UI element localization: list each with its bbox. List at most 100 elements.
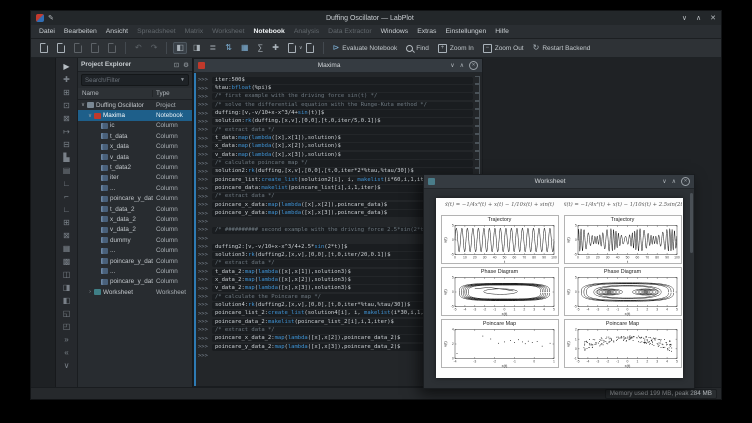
notebook-cell[interactable]: >>> x_data:map(lambda([x],x[2]),solution)…: [198, 142, 480, 152]
tree-item-t-data-2[interactable]: t_data_2 Column: [78, 204, 192, 214]
tree-item-iter[interactable]: iter Column: [78, 173, 192, 183]
tree-item-v-data[interactable]: v_data Column: [78, 152, 192, 162]
expander-icon[interactable]: ›: [87, 289, 93, 295]
notebook-cell[interactable]: >>> iter:500$: [198, 75, 480, 85]
tree-item--[interactable]: ... Column: [78, 266, 192, 276]
worksheet-scrollbar[interactable]: [690, 193, 693, 253]
notebook-cell[interactable]: >>> duffing:[v,-v/10+x-x^3/4+sin(t)]$: [198, 109, 480, 118]
tree-item-t-data2[interactable]: t_data2 Column: [78, 162, 192, 172]
cell-code[interactable]: /* solve the differential equation with …: [212, 101, 473, 109]
forward-icon[interactable]: »: [59, 333, 74, 345]
filter-icon[interactable]: ▼: [180, 77, 185, 83]
tree-item-v-data-2[interactable]: v_data_2 Column: [78, 225, 192, 235]
notebook-document-dropdown[interactable]: ∨: [285, 41, 317, 55]
menu-hilfe[interactable]: Hilfe: [491, 27, 513, 36]
tree-item-t-data[interactable]: t_data Column: [78, 131, 192, 141]
notebook-cell[interactable]: >>> t_data:map(lambda([x],x[1]),solution)…: [198, 134, 480, 143]
zoom-x-select-tool-icon[interactable]: ⊡: [59, 99, 74, 111]
notebook-cell[interactable]: >>> /* first example with the driving for…: [198, 92, 480, 102]
menu-einstellungen[interactable]: Einstellungen: [441, 27, 490, 36]
open-project-button[interactable]: [54, 41, 68, 55]
tree-item-dummy[interactable]: dummy Column: [78, 235, 192, 245]
notebook-cell[interactable]: >>> /* calculate poincare map */: [198, 159, 480, 168]
insert-image-entry-button[interactable]: ✚: [269, 42, 282, 54]
maxima-window-titlebar[interactable]: Maxima ∨ ∧ ✕: [194, 59, 482, 73]
zoom-out-button[interactable]: − Zoom Out: [480, 42, 527, 55]
split-horizontal-icon[interactable]: ◨: [59, 281, 74, 293]
menu-ansicht[interactable]: Ansicht: [102, 27, 132, 36]
shift-view-tool-icon[interactable]: ↦: [59, 125, 74, 137]
expander-icon[interactable]: ∨: [80, 102, 86, 108]
cell-code[interactable]: v_data:map(lambda([x],x[3]),solution)$: [212, 151, 473, 159]
collapse-icon[interactable]: ∨: [59, 359, 74, 371]
back-icon[interactable]: «: [59, 346, 74, 358]
subwindow-close-button[interactable]: ✕: [469, 61, 478, 70]
tree-item-poincare-y-data[interactable]: poincare_y_data Column: [78, 256, 192, 266]
notebook-cell[interactable]: >>> %tau:bfloat(%pi)$: [198, 84, 480, 93]
add-plot-icon[interactable]: ▙: [59, 151, 74, 163]
tree-item-poincare-y-data-2[interactable]: poincare_y_data_2Column: [78, 277, 192, 287]
restart-backend-button[interactable]: ↻ Restart Backend: [530, 42, 594, 54]
cell-code[interactable]: duffing:[v,-v/10+x-x^3/4+sin(t)]$: [212, 110, 473, 118]
axis-top-left-icon[interactable]: ⌐: [59, 190, 74, 202]
cell-code[interactable]: solution:rk(duffing,[x,v],[0,0],[t,0,ite…: [212, 118, 473, 126]
add-spreadsheet-icon[interactable]: ▤: [59, 164, 74, 176]
tree-item-worksheet[interactable]: › Worksheet Worksheet: [78, 287, 192, 297]
maximize-button[interactable]: ∧: [696, 14, 701, 22]
minimize-button[interactable]: ∨: [682, 14, 687, 22]
column-header-type[interactable]: Type: [153, 90, 192, 97]
insert-text-entry-button[interactable]: ≣: [207, 42, 220, 54]
insert-markdown-entry-button[interactable]: ▦: [238, 42, 252, 54]
cell-code[interactable]: %tau:bfloat(%pi)$: [212, 85, 473, 93]
panel-settings-icon[interactable]: ⚙: [183, 62, 189, 69]
tree-item-maxima[interactable]: ∨ Maxima Notebook: [78, 110, 192, 121]
cell-code[interactable]: /* calculate poincare map */: [212, 160, 473, 168]
cell-code[interactable]: /* extract data */: [212, 126, 473, 134]
select-region-tool-icon[interactable]: ⊟: [59, 138, 74, 150]
subwindow-minimize-button[interactable]: ∨: [450, 62, 454, 69]
toggle-project-explorer-button[interactable]: ◧: [173, 42, 187, 54]
menu-datei[interactable]: Datei: [35, 27, 59, 36]
worksheet-close-button[interactable]: ✕: [681, 177, 690, 186]
notebook-cell[interactable]: >>> solution:rk(duffing,[x,v],[0,0],[t,0,…: [198, 117, 480, 127]
tree-item-x-data[interactable]: x_data Column: [78, 142, 192, 152]
add-four-axes-icon[interactable]: ⊞: [59, 216, 74, 228]
zoom-in-button[interactable]: + Zoom In: [435, 42, 477, 55]
search-filter-input[interactable]: Search/Filter ▼: [81, 74, 189, 86]
cell-code[interactable]: x_data:map(lambda([x],x[2]),solution)$: [212, 143, 473, 151]
cell-code[interactable]: iter:500$: [212, 76, 473, 84]
cell-code[interactable]: t_data:map(lambda([x],x[1]),solution)$: [212, 135, 473, 143]
notebook-cell[interactable]: >>> v_data:map(lambda([x],x[3]),solution)…: [198, 151, 480, 160]
tree-item-poincare-y-data2[interactable]: poincare_y_data2Column: [78, 194, 192, 204]
insert-command-entry-button[interactable]: ⇅: [222, 42, 235, 54]
column-header-name[interactable]: Name: [78, 90, 153, 97]
add-grid-icon[interactable]: ▦: [59, 242, 74, 254]
tree-item-duffing-oscillator[interactable]: ∨ Duffing Oscillator Project: [78, 100, 192, 110]
layout-left-icon[interactable]: ◧: [59, 294, 74, 306]
subwindow-maximize-button[interactable]: ∧: [460, 62, 464, 69]
close-button[interactable]: ✕: [710, 14, 716, 22]
tree-item-x-data-2[interactable]: x_data_2 Column: [78, 214, 192, 224]
tree-item--[interactable]: ... Column: [78, 183, 192, 193]
toggle-properties-explorer-button[interactable]: ◨: [190, 42, 204, 54]
split-vertical-icon[interactable]: ◫: [59, 268, 74, 280]
menu-extras[interactable]: Extras: [413, 27, 440, 36]
insert-latex-entry-button[interactable]: ∑: [255, 42, 267, 54]
float-panel-icon[interactable]: ⊡: [174, 62, 179, 69]
menu-windows[interactable]: Windows: [377, 27, 413, 36]
layout-corner-icon[interactable]: ◱: [59, 307, 74, 319]
menu-bearbeiten[interactable]: Bearbeiten: [60, 27, 101, 36]
cell-code[interactable]: /* first example with the driving force …: [212, 93, 473, 101]
worksheet-maximize-button[interactable]: ∧: [672, 178, 676, 185]
axis-all-icon[interactable]: ∟: [59, 203, 74, 215]
project-explorer-header[interactable]: Project Explorer ⊡ ⚙: [78, 58, 192, 72]
find-button[interactable]: Find: [403, 43, 432, 54]
navigate-tool-icon[interactable]: ✚: [59, 73, 74, 85]
tree-item-ic[interactable]: ic Column: [78, 121, 192, 131]
tree-item--[interactable]: ... Column: [78, 245, 192, 255]
add-box-plot-icon[interactable]: ⊠: [59, 229, 74, 241]
notebook-cell[interactable]: >>> /* solve the differential equation wi…: [198, 100, 480, 110]
worksheet-minimize-button[interactable]: ∨: [662, 178, 666, 185]
add-dense-grid-icon[interactable]: ▩: [59, 255, 74, 267]
window-titlebar[interactable]: ✎ Duffing Oscillator — LabPlot ∨ ∧ ✕: [31, 11, 721, 25]
